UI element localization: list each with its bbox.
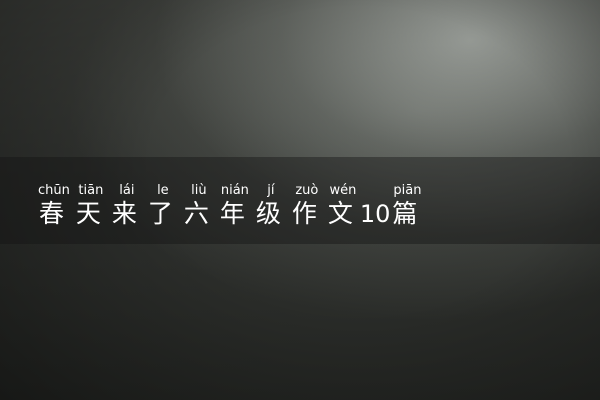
pinyin: jí — [267, 183, 275, 198]
hanzi: 年 — [219, 199, 245, 228]
hanzi: 来 — [111, 199, 137, 228]
pinyin: wén — [329, 183, 357, 198]
hanzi: 级 — [255, 199, 281, 228]
hanzi: 篇 — [392, 199, 418, 228]
title-char: piān 篇 — [392, 184, 422, 229]
pinyin: zuò — [295, 183, 319, 198]
title-char: liù 六 — [184, 184, 214, 229]
title-char: chūn 春 — [38, 184, 70, 229]
page-title: chūn 春 tiān 天 lái 来 le 了 liù 六 nián 年 jí… — [38, 184, 428, 229]
pinyin: chūn — [38, 183, 70, 198]
title-char: tiān 天 — [76, 184, 106, 229]
hanzi: 文 — [327, 199, 353, 228]
hanzi: 春 — [38, 199, 64, 228]
title-number: 10 — [359, 200, 391, 228]
hanzi: 六 — [183, 199, 209, 228]
pinyin: liù — [191, 183, 207, 198]
title-char: zuò 作 — [292, 184, 322, 229]
hanzi: 天 — [75, 199, 101, 228]
title-char: wén 文 — [328, 184, 358, 229]
pinyin: lái — [119, 183, 135, 198]
title-char: lái 来 — [112, 184, 142, 229]
title-char: le 了 — [148, 184, 178, 229]
hanzi: 作 — [291, 199, 317, 228]
pinyin: le — [157, 183, 169, 198]
pinyin: tiān — [78, 183, 104, 198]
pinyin: nián — [220, 183, 249, 198]
title-char: nián 年 — [220, 184, 250, 229]
pinyin: piān — [393, 183, 422, 198]
title-char: jí 级 — [256, 184, 286, 229]
hanzi: 了 — [147, 199, 173, 228]
